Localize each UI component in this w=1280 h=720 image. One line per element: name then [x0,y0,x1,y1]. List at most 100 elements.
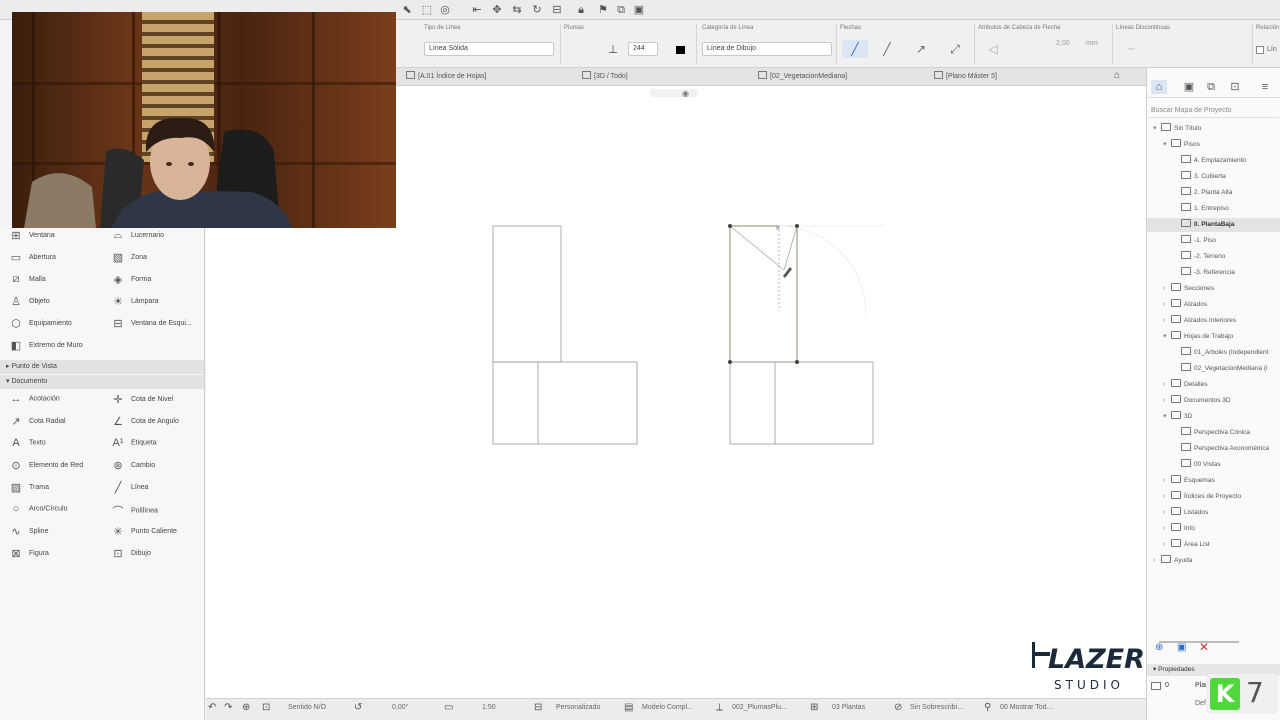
dashed-line-icon[interactable]: ┄ [1118,40,1144,58]
preview-icon[interactable]: ▣ [1177,642,1186,653]
line-arrow-both-icon[interactable]: ⤢ [942,40,968,58]
scale-field[interactable]: 1:50 [482,704,496,711]
tree-item[interactable]: 2. Planta Alta [1147,186,1280,200]
tree-item[interactable]: › Ayuda [1147,554,1280,568]
pen-set-icon[interactable]: ⟂ [716,702,723,713]
chevron-down-icon[interactable]: ▾ [1163,330,1171,344]
tool-morph[interactable]: ◈ Forma [110,273,151,289]
tool-corner-window[interactable]: ⊟ Ventana de Esqui... [110,317,191,333]
rotation-icon[interactable]: ↺ [354,702,362,713]
move-icon[interactable]: ✥ [490,3,504,17]
floors-field[interactable]: 03 Plantas [832,704,865,711]
line-type-select[interactable]: Línea Sólida [424,42,554,56]
tool-change[interactable]: ⊛ Cambio [110,459,155,475]
tab-menu-icon[interactable]: ⌂ [1114,70,1120,81]
undo-icon[interactable]: ↶ [208,702,216,713]
tool-wall-end[interactable]: ◧ Extremo de Muro [8,339,83,355]
project-map-icon[interactable]: ⌂ [1151,80,1167,94]
line-arrow-none-icon[interactable]: ╱ [842,40,868,58]
tree-item[interactable]: ▾ 3D [1147,410,1280,424]
drawn-rectangle[interactable] [492,361,638,445]
layers-icon[interactable]: ⧉ [614,3,628,17]
arrow-size-value[interactable]: 2,00 [1056,40,1070,47]
tool-polyline[interactable]: ⌒ Polilínea [110,503,158,519]
tool-text[interactable]: A Texto [8,437,45,453]
tool-lamp[interactable]: ☀ Lámpara [110,295,159,311]
tree-item[interactable]: -3. Referencia [1147,266,1280,280]
redo-icon[interactable]: ↷ [224,702,232,713]
layer-combo-icon[interactable]: ⊟ [534,702,542,713]
tree-item[interactable]: › Esquemas [1147,474,1280,488]
view-map-icon[interactable]: ▣ [1181,80,1197,94]
pen-color-swatch[interactable] [676,46,685,54]
rotate-icon[interactable]: ↻ [530,3,544,17]
chevron-down-icon[interactable]: ▾ [1163,138,1171,152]
tree-item[interactable]: 3. Cubierta [1147,170,1280,184]
fit-icon[interactable]: ⊡ [262,702,270,713]
tool-figure[interactable]: ⊠ Figura [8,547,48,563]
tool-label-tool[interactable]: A¹ Etiqueta [110,437,157,453]
tree-item[interactable]: › Índices de Proyecto [1147,490,1280,504]
marquee-icon[interactable]: ⬚ [420,3,434,17]
image-icon[interactable]: ▣ [632,3,646,17]
lock-icon[interactable]: 🔒︎ [574,3,588,17]
tree-item[interactable]: 1. Entrepiso [1147,202,1280,216]
chevron-right-icon[interactable]: › [1163,522,1171,536]
line-category-select[interactable]: Línea de Dibujo [702,42,832,56]
chevron-right-icon[interactable]: › [1163,506,1171,520]
tree-item[interactable]: 4. Emplazamiento [1147,154,1280,168]
tab-worksheet[interactable]: [02_VegetacionMediana] [758,71,847,83]
tree-item[interactable]: Perspectiva Axonométrica [1147,442,1280,456]
arrowhead-type-icon[interactable]: ◁ [980,40,1006,58]
tool-spline[interactable]: ∿ Spline [8,525,48,541]
chevron-right-icon[interactable]: › [1163,490,1171,504]
chevron-right-icon[interactable]: › [1163,394,1171,408]
tool-hotspot[interactable]: ✳ Punto Caliente [110,525,177,541]
tree-item[interactable]: ▾ Sin Título [1147,122,1280,136]
tool-object[interactable]: ♙ Objeto [8,295,50,311]
align-icon[interactable]: ⊟ [550,3,564,17]
chevron-right-icon[interactable]: › [1163,538,1171,552]
line-arrow-end-icon[interactable]: ↗ [908,40,934,58]
drawn-rectangle[interactable] [492,225,562,363]
section-document[interactable]: ▾ Documento [0,375,204,389]
tree-item[interactable]: -2. Terreno [1147,250,1280,264]
tool-drawing[interactable]: ⊡ Dibujo [110,547,150,563]
pen-icon[interactable]: ⟂ [600,40,626,58]
model-view-field[interactable]: Modelo Compl... [642,704,693,711]
tab-master-layout[interactable]: [Plano Máster 5] [934,71,997,83]
selected-rectangle[interactable] [729,225,798,363]
tree-item[interactable]: › Alzados [1147,298,1280,312]
section-viewpoint[interactable]: ▸ Punto de Vista [0,360,204,374]
chevron-down-icon[interactable]: ▾ [1153,122,1161,136]
tree-item[interactable]: 00 Vistas [1147,458,1280,472]
chevron-right-icon[interactable]: › [1163,282,1171,296]
relation-checkbox[interactable] [1256,46,1264,54]
chevron-right-icon[interactable]: › [1163,314,1171,328]
selection-handle[interactable] [728,360,732,364]
chevron-right-icon[interactable]: › [1153,554,1161,568]
tool-mesh[interactable]: ⧄ Malla [8,273,46,289]
pointer-icon[interactable]: ⬉ [400,3,414,17]
tool-skylight[interactable]: ⌓ Lucernario [110,229,164,245]
chevron-down-icon[interactable]: ▾ [1163,410,1171,424]
tool-fill[interactable]: ▨ Trama [8,481,49,497]
tool-angle-dimension[interactable]: ∠ Cota de Angulo [110,415,179,431]
drawn-rectangle[interactable] [729,361,874,445]
tool-line[interactable]: ╱ Línea [110,481,149,497]
override-field[interactable]: Sin Sobrescribi... [910,704,963,711]
tool-window[interactable]: ⊞ Ventana [8,229,54,245]
tree-item[interactable]: Perspectiva Cónica [1147,426,1280,440]
tab-3d[interactable]: [3D / Todo] [582,71,628,83]
tool-arc-circle[interactable]: ○ Arco/Círculo [8,503,68,519]
chevron-right-icon[interactable]: › [1163,298,1171,312]
layout-book-icon[interactable]: ⧉ [1203,80,1219,94]
layer-combo-field[interactable]: Personalizado [556,704,600,711]
project-map-search[interactable]: Buscar Mapa de Proyecto [1149,104,1279,118]
tool-level-dimension[interactable]: ✛ Cota de Nivel [110,393,173,409]
quick-options-handle[interactable] [650,89,698,97]
tree-item[interactable]: › Secciones [1147,282,1280,296]
tool-equipment[interactable]: ⬡ Equipamiento [8,317,72,333]
tree-item[interactable]: -1. Piso [1147,234,1280,248]
tree-item[interactable]: › Detalles [1147,378,1280,392]
